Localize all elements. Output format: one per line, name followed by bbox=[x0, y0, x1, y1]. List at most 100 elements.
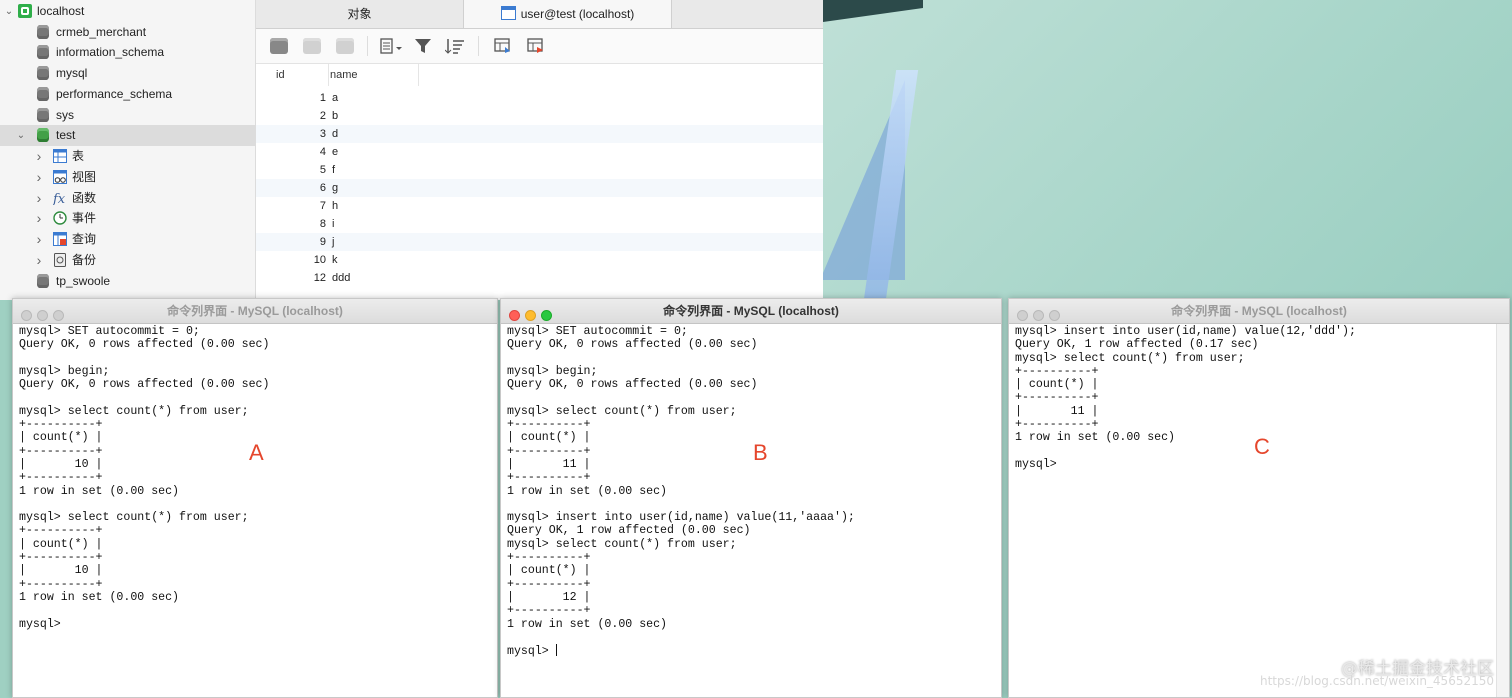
cell-name[interactable]: ddd bbox=[332, 269, 350, 287]
tree-item-performance_schema[interactable]: performance_schema bbox=[0, 84, 255, 105]
cell-name[interactable]: b bbox=[332, 107, 338, 125]
chevron-right-icon[interactable]: › bbox=[34, 229, 44, 250]
cell-id[interactable]: 12 bbox=[276, 269, 326, 287]
export-icon[interactable] bbox=[527, 38, 545, 54]
table-row[interactable]: 3d bbox=[256, 125, 823, 143]
tab-user-table[interactable]: user@test (localhost) bbox=[463, 0, 672, 28]
column-header-name[interactable]: name bbox=[330, 64, 419, 86]
tree-item--8[interactable]: › 视图 bbox=[0, 167, 255, 188]
tree-item-label: 事件 bbox=[72, 211, 97, 225]
filter-icon[interactable] bbox=[414, 38, 432, 54]
rollback-icon[interactable] bbox=[336, 38, 354, 54]
tree-item--10[interactable]: › 事件 bbox=[0, 208, 255, 229]
table-row[interactable]: 10 k bbox=[256, 251, 823, 269]
terminal-title-bar: 命令列界面 - MySQL (localhost) bbox=[1009, 299, 1509, 324]
cell-name[interactable]: h bbox=[332, 197, 338, 215]
zoom-button[interactable] bbox=[1049, 310, 1060, 321]
tab-objects[interactable]: 对象 bbox=[256, 0, 463, 28]
chevron-down-icon[interactable]: ⌄ bbox=[16, 125, 26, 146]
terminal-line: +----------+ bbox=[507, 551, 591, 565]
text-view-icon[interactable] bbox=[380, 38, 402, 54]
scrollbar[interactable] bbox=[1496, 324, 1509, 697]
table-row[interactable]: 1a bbox=[256, 89, 823, 107]
tree-item-information_schema[interactable]: information_schema bbox=[0, 42, 255, 63]
tree-item-localhost[interactable]: ⌄ localhost bbox=[0, 1, 255, 22]
terminal-line: mysql> begin; bbox=[507, 364, 598, 378]
commit-icon[interactable] bbox=[303, 38, 321, 54]
cell-id[interactable]: 9 bbox=[276, 233, 326, 251]
tree-item-tp_swoole[interactable]: tp_swoole bbox=[0, 271, 255, 292]
terminal-line: 1 row in set (0.00 sec) bbox=[507, 617, 668, 631]
cell-id[interactable]: 2 bbox=[276, 107, 326, 125]
terminal-line: mysql> SET autocommit = 0; bbox=[507, 325, 688, 338]
minimize-button[interactable] bbox=[1033, 310, 1044, 321]
tree-item--11[interactable]: › 查询 bbox=[0, 229, 255, 250]
cell-name[interactable]: a bbox=[332, 89, 338, 107]
chevron-right-icon[interactable]: › bbox=[34, 167, 44, 188]
cell-id[interactable]: 1 bbox=[276, 89, 326, 107]
table-icon bbox=[53, 149, 69, 163]
cell-name[interactable]: f bbox=[332, 161, 335, 179]
terminal-line: mysql> bbox=[19, 617, 61, 631]
cell-name[interactable]: e bbox=[332, 143, 338, 161]
table-row[interactable]: 12 ddd bbox=[256, 269, 823, 287]
chevron-right-icon[interactable]: › bbox=[34, 208, 44, 229]
cell-name[interactable]: g bbox=[332, 179, 338, 197]
table-row[interactable]: 5f bbox=[256, 161, 823, 179]
tree-item--12[interactable]: › 备份 bbox=[0, 250, 255, 271]
terminal-line: 1 row in set (0.00 sec) bbox=[19, 590, 180, 604]
cell-name[interactable]: k bbox=[332, 251, 338, 269]
tree-item-crmeb_merchant[interactable]: crmeb_merchant bbox=[0, 22, 255, 43]
tree-item--7[interactable]: › 表 bbox=[0, 146, 255, 167]
tree-item-mysql[interactable]: mysql bbox=[0, 63, 255, 84]
zoom-button[interactable] bbox=[541, 310, 552, 321]
table-row[interactable]: 7h bbox=[256, 197, 823, 215]
zoom-button[interactable] bbox=[53, 310, 64, 321]
terminal-line: mysql> select count(*) from user; bbox=[1015, 351, 1245, 365]
cell-id[interactable]: 8 bbox=[276, 215, 326, 233]
column-header-id[interactable]: id bbox=[276, 64, 329, 86]
tree-item-sys[interactable]: sys bbox=[0, 105, 255, 126]
cell-name[interactable]: i bbox=[332, 215, 334, 233]
sort-icon[interactable] bbox=[444, 38, 464, 54]
cell-id[interactable]: 4 bbox=[276, 143, 326, 161]
chevron-right-icon[interactable]: › bbox=[34, 188, 44, 209]
tree-item-label: crmeb_merchant bbox=[56, 25, 147, 39]
chevron-right-icon[interactable]: › bbox=[34, 146, 44, 167]
terminal-line: +----------+ bbox=[19, 524, 103, 538]
terminal-line: | 11 | bbox=[507, 457, 591, 471]
cell-id[interactable]: 3 bbox=[276, 125, 326, 143]
terminal-output[interactable]: mysql> insert into user(id,name) value(1… bbox=[1015, 325, 1495, 697]
import-icon[interactable] bbox=[494, 38, 512, 54]
close-button[interactable] bbox=[1017, 310, 1028, 321]
close-button[interactable] bbox=[509, 310, 520, 321]
cell-name[interactable]: d bbox=[332, 125, 338, 143]
table-row[interactable]: 6g bbox=[256, 179, 823, 197]
cell-id[interactable]: 7 bbox=[276, 197, 326, 215]
chevron-right-icon[interactable]: › bbox=[34, 250, 44, 271]
table-row[interactable]: 4e bbox=[256, 143, 823, 161]
close-button[interactable] bbox=[21, 310, 32, 321]
svg-text:fx: fx bbox=[53, 192, 66, 205]
cell-id[interactable]: 5 bbox=[276, 161, 326, 179]
terminal-line: | 10 | bbox=[19, 564, 103, 578]
terminal-window-b: 命令列界面 - MySQL (localhost) mysql> SET aut… bbox=[500, 298, 1002, 698]
session-marker: B bbox=[753, 440, 768, 465]
table-row[interactable]: 2b bbox=[256, 107, 823, 125]
terminal-output[interactable]: mysql> SET autocommit = 0; Query OK, 0 ro… bbox=[507, 325, 987, 697]
tree-item-test[interactable]: ⌄ test bbox=[0, 125, 255, 146]
tree-item--9[interactable]: › fx 函数 bbox=[0, 188, 255, 209]
terminal-line: Query OK, 0 rows affected (0.00 sec) bbox=[507, 338, 758, 352]
minimize-button[interactable] bbox=[37, 310, 48, 321]
cell-name[interactable]: j bbox=[332, 233, 334, 251]
cell-id[interactable]: 6 bbox=[276, 179, 326, 197]
cell-id[interactable]: 10 bbox=[276, 251, 326, 269]
table-row[interactable]: 8i bbox=[256, 215, 823, 233]
terminal-output[interactable]: mysql> SET autocommit = 0; Query OK, 0 ro… bbox=[19, 325, 483, 697]
event-icon bbox=[53, 211, 69, 225]
chevron-down-icon[interactable]: ⌄ bbox=[4, 1, 14, 22]
table-row[interactable]: 9j bbox=[256, 233, 823, 251]
minimize-button[interactable] bbox=[525, 310, 536, 321]
terminal-line: | count(*) | bbox=[507, 564, 591, 578]
begin-transaction-icon[interactable] bbox=[270, 38, 288, 54]
